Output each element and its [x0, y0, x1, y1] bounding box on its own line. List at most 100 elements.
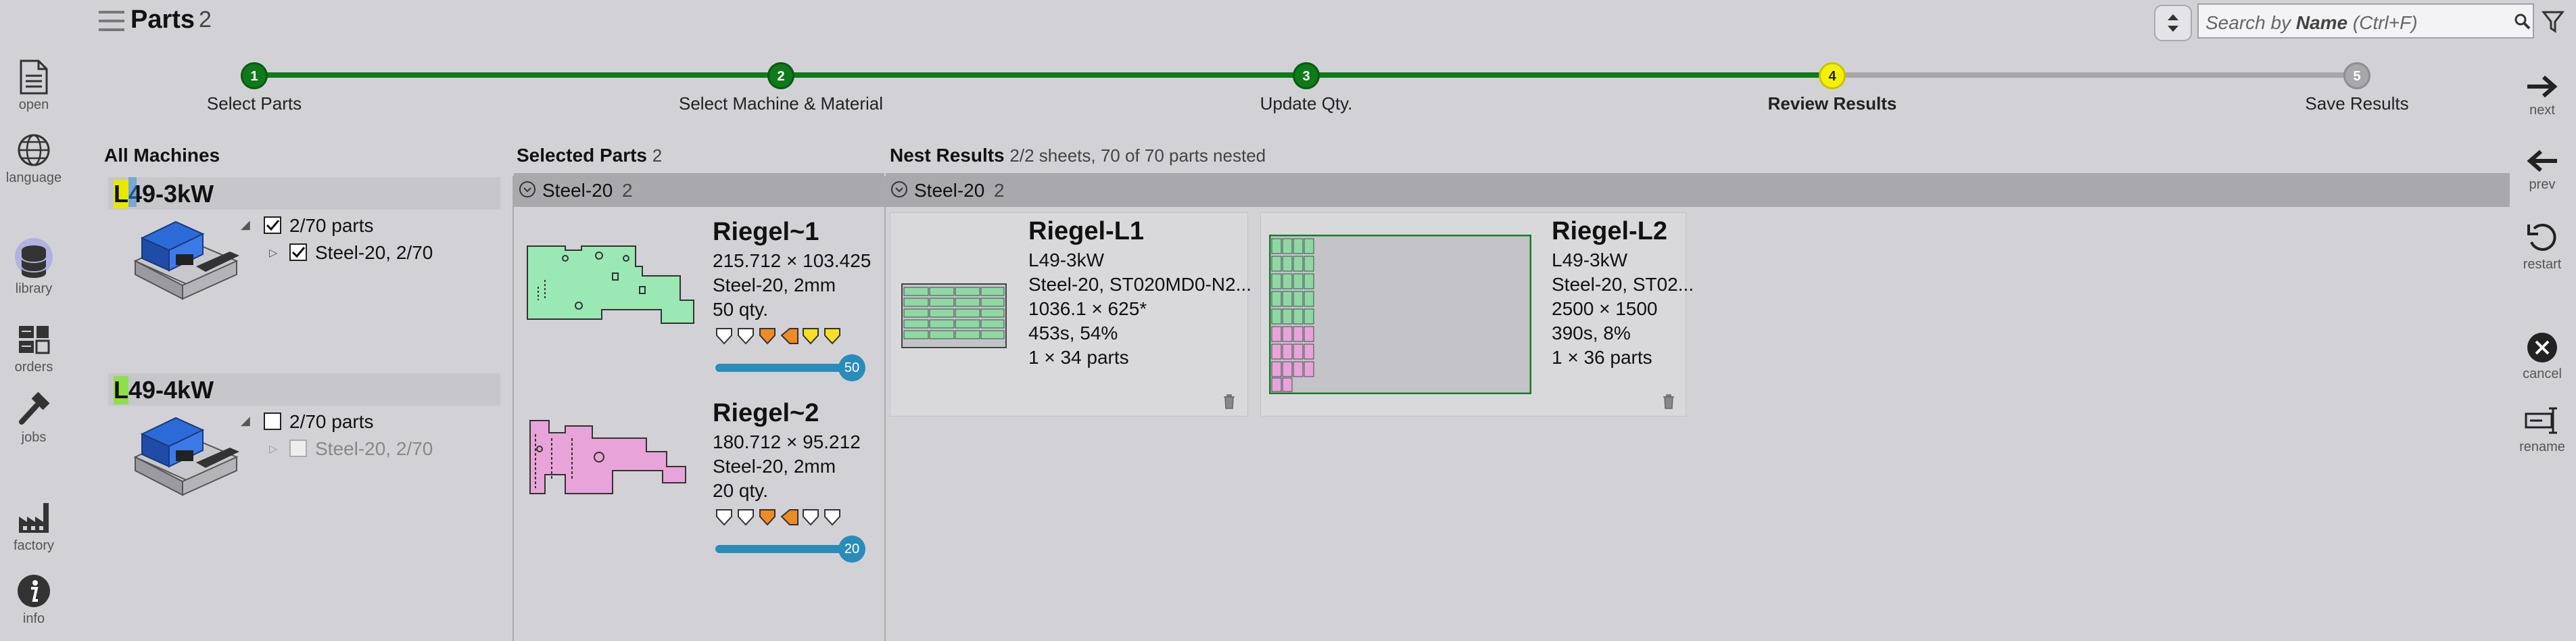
machine-name: 49-4kW [128, 376, 214, 404]
material-checkbox[interactable] [289, 440, 307, 457]
result-time-utilization: 390s, 8% [1552, 323, 1631, 343]
step-4-label[interactable]: Review Results [1768, 93, 1897, 114]
nest-results-summary: 2/2 sheets, 70 of 70 parts nested [1009, 145, 1266, 166]
result-sheet-size: 1036.1 × 625* [1028, 298, 1147, 319]
step-1-dot[interactable]: 1 [241, 62, 268, 89]
next-button[interactable]: next [2508, 73, 2576, 118]
step-4-dot[interactable]: 4 [1819, 62, 1846, 89]
result-material: Steel-20, ST02... [1552, 274, 1694, 295]
step-5-label[interactable]: Save Results [2305, 93, 2408, 114]
text-cursor-highlight [128, 177, 137, 207]
collapse-icon[interactable] [519, 181, 535, 197]
result-name: Riegel-L2 [1552, 217, 1668, 245]
page-title: Parts [130, 5, 195, 34]
restart-button[interactable]: restart [2508, 222, 2576, 272]
laser-machine-image [133, 417, 239, 496]
progress-bar-fill [715, 364, 849, 372]
search-input[interactable]: Search by Name (Ctrl+F) [2197, 3, 2534, 39]
machine-row[interactable]: L 49-3kW [108, 177, 500, 210]
result-time-utilization: 453s, 54% [1028, 323, 1118, 343]
rail-library[interactable]: library [0, 238, 68, 297]
sort-icon [2168, 14, 2178, 32]
page-title-count: 2 [199, 7, 212, 32]
step-2-label[interactable]: Select Machine & Material [679, 93, 883, 114]
step-1-label[interactable]: Select Parts [207, 93, 302, 114]
rail-info[interactable]: info [0, 573, 68, 627]
machine-parts-count: 2/70 parts [289, 411, 374, 432]
expand-triangle-icon[interactable]: ▷ [269, 442, 277, 456]
trash-icon[interactable] [1663, 394, 1675, 409]
selected-parts-group[interactable]: Steel-20 2 [514, 173, 884, 207]
collapse-triangle-icon[interactable]: ◢ [241, 414, 250, 428]
document-icon [20, 60, 48, 95]
rail-label: info [22, 611, 45, 626]
rail-label: next [2529, 103, 2555, 118]
part-material: Steel-20, 2mm [713, 275, 836, 295]
step-3-label[interactable]: Update Qty. [1260, 93, 1353, 114]
search-placeholder-post: (Ctrl+F) [2347, 12, 2418, 33]
result-name: Riegel-L1 [1028, 217, 1145, 245]
rail-orders[interactable]: orders [0, 322, 68, 375]
nest-result-card[interactable]: Riegel-L2 L49-3kW Steel-20, ST02... 2500… [1260, 212, 1694, 417]
machine-row[interactable]: L 49-4kW [108, 373, 500, 406]
sort-button[interactable] [2154, 5, 2192, 41]
result-parts: 1 × 34 parts [1028, 347, 1129, 368]
laser-machine-image [133, 220, 239, 300]
expand-triangle-icon[interactable]: ▷ [269, 246, 277, 260]
rail-label: prev [2529, 177, 2556, 192]
machine-checkbox[interactable] [264, 412, 281, 430]
material-checkbox[interactable] [289, 243, 307, 261]
collapse-triangle-icon[interactable]: ◢ [241, 218, 250, 232]
result-sheet-size: 2500 × 1500 [1552, 298, 1658, 319]
rail-label: rename [2519, 440, 2565, 454]
selected-parts-title: Selected Parts [517, 145, 647, 166]
selected-parts-header: Selected Parts 2 [517, 145, 662, 166]
globe-icon [18, 134, 50, 166]
left-sidebar: open language library orders jobs factor… [0, 0, 68, 641]
step-3-dot[interactable]: 3 [1293, 62, 1320, 89]
part-name: Riegel~2 [713, 399, 819, 427]
sheet-preview [901, 283, 1007, 348]
rail-label: factory [13, 538, 55, 553]
factory-icon [19, 503, 49, 533]
part-shape-preview [527, 245, 694, 324]
rail-label: cancel [2523, 366, 2562, 381]
rail-label: open [18, 97, 49, 112]
sheet-preview [1269, 235, 1531, 394]
rail-jobs[interactable]: jobs [0, 392, 68, 446]
rail-open[interactable]: open [0, 60, 68, 113]
rail-factory[interactable]: factory [0, 500, 68, 554]
rail-language[interactable]: language [0, 133, 68, 186]
rail-label: restart [2523, 257, 2562, 272]
checkmark-icon [291, 247, 306, 258]
selected-parts-count: 2 [652, 145, 663, 166]
part-qty: 20 qty. [713, 480, 768, 501]
step-2-dot[interactable]: 2 [767, 62, 794, 89]
part-shape-preview [529, 420, 686, 494]
checkmark-icon [266, 220, 280, 231]
machines-header: All Machines [104, 145, 220, 166]
clapper-icon [19, 326, 50, 354]
database-icon [21, 245, 47, 278]
panel-divider [512, 176, 514, 641]
trash-icon[interactable] [1223, 394, 1235, 409]
collapse-icon[interactable] [891, 181, 907, 197]
result-parts: 1 × 36 parts [1552, 347, 1652, 368]
filter-button[interactable] [2539, 7, 2567, 37]
hamburger-menu-icon[interactable] [99, 11, 124, 32]
prev-button[interactable]: prev [2508, 147, 2576, 193]
part-property-tags [716, 509, 840, 526]
result-material: Steel-20, ST020MD0-N2... [1028, 274, 1251, 295]
arrow-right-icon [2527, 75, 2558, 98]
group-name: Steel-20 [914, 180, 985, 201]
nest-result-card[interactable]: Riegel-L1 L49-3kW Steel-20, ST020MD0-N2.… [890, 212, 1251, 417]
rail-label: library [15, 281, 53, 296]
rename-button[interactable]: rename [2508, 404, 2576, 455]
cancel-button[interactable]: cancel [2508, 331, 2576, 382]
result-machine: L49-3kW [1552, 250, 1628, 270]
material-label: Steel-20, 2/70 [315, 438, 433, 459]
progress-value: 20 [838, 536, 865, 563]
nest-results-group[interactable]: Steel-20 2 [886, 173, 2510, 207]
step-5-dot[interactable]: 5 [2343, 62, 2370, 89]
machine-checkbox[interactable] [264, 216, 281, 234]
